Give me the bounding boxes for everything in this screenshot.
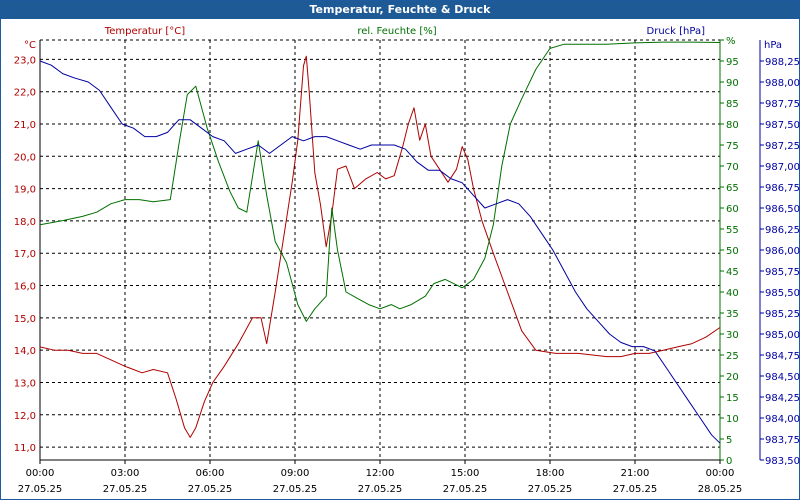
x-tick-date: 27.05.25 (188, 484, 233, 495)
temperature-tick-label: 12,0 (14, 411, 36, 422)
pressure-tick-label: 984,75 (765, 351, 800, 362)
humidity-tick-label: 0 (726, 456, 732, 467)
humidity-tick-label: 10 (726, 414, 739, 425)
x-tick-time: 06:00 (196, 468, 225, 479)
pressure-tick-label: 983,75 (765, 435, 800, 446)
x-tick-date: 27.05.25 (103, 484, 148, 495)
x-tick-time: 18:00 (536, 468, 565, 479)
humidity-tick-label: 60 (726, 204, 739, 215)
x-tick-date: 27.05.25 (358, 484, 403, 495)
humidity-tick-label: 75 (726, 141, 739, 152)
temperature-tick-label: 13,0 (14, 378, 36, 389)
temperature-unit-label: °C (24, 40, 36, 51)
x-tick-time: 21:00 (621, 468, 650, 479)
pressure-tick-label: 984,50 (765, 372, 800, 383)
legend-pressure: Druck [hPa] (647, 26, 706, 37)
pressure-tick-label: 983,50 (765, 456, 800, 467)
temperature-tick-label: 19,0 (14, 185, 36, 196)
pressure-tick-label: 984,25 (765, 393, 800, 404)
pressure-tick-label: 987,50 (765, 120, 800, 131)
humidity-tick-label: 45 (726, 267, 739, 278)
humidity-tick-label: 65 (726, 183, 739, 194)
x-tick-date: 27.05.25 (528, 484, 573, 495)
pressure-tick-label: 986,25 (765, 225, 800, 236)
pressure-tick-label: 984,00 (765, 414, 800, 425)
temperature-tick-label: 18,0 (14, 217, 36, 228)
humidity-tick-label: 40 (726, 288, 739, 299)
combined-line-chart: 00:00 27.05.25 03:00 27.05.25 06:00 27.05.25 0… (14, 26, 800, 495)
humidity-tick-label: 25 (726, 351, 739, 362)
humidity-tick-label: 95 (726, 57, 739, 68)
humidity-tick-label: 35 (726, 309, 739, 320)
humidity-tick-label: 70 (726, 162, 739, 173)
humidity-tick-label: 90 (726, 78, 739, 89)
x-tick-time: 03:00 (111, 468, 140, 479)
temperature-tick-label: 11,0 (14, 443, 36, 454)
humidity-tick-label: 85 (726, 99, 739, 110)
grid (40, 39, 720, 460)
pressure-tick-label: 986,75 (765, 183, 800, 194)
x-tick-date: 27.05.25 (613, 484, 658, 495)
humidity-tick-label: 30 (726, 330, 739, 341)
pressure-tick-label: 987,75 (765, 99, 800, 110)
temperature-tick-label: 23,0 (14, 55, 36, 66)
pressure-tick-label: 986,00 (765, 246, 800, 257)
temperature-tick-label: 21,0 (14, 120, 36, 131)
x-tick-time: 12:00 (366, 468, 395, 479)
axes (39, 39, 764, 464)
tick-labels: 00:00 27.05.25 03:00 27.05.25 06:00 27.05.25 0… (14, 36, 800, 495)
humidity-tick-label: 5 (726, 435, 732, 446)
x-tick-time: 15:00 (451, 468, 480, 479)
humidity-tick-label: 55 (726, 225, 739, 236)
humidity-tick-label: 50 (726, 246, 739, 257)
legend-temperature: Temperatur [°C] (104, 26, 185, 37)
x-tick-time: 00:00 (706, 468, 735, 479)
pressure-tick-label: 985,00 (765, 330, 800, 341)
temperature-tick-label: 20,0 (14, 152, 36, 163)
legend: Temperatur [°C] rel. Feuchte [%] Druck [hP… (104, 26, 705, 37)
x-tick-date: 28.05.25 (698, 484, 743, 495)
temperature-tick-label: 15,0 (14, 314, 36, 325)
humidity-tick-label: 15 (726, 393, 739, 404)
humidity-tick-label: % (726, 36, 736, 47)
pressure-tick-label: 985,75 (765, 267, 800, 278)
legend-humidity: rel. Feuchte [%] (357, 26, 436, 37)
x-tick-time: 00:00 (26, 468, 55, 479)
pressure-tick-label: 988,00 (765, 78, 800, 89)
pressure-tick-label: 987,00 (765, 162, 800, 173)
pressure-tick-label: 985,50 (765, 288, 800, 299)
temperature-tick-label: 17,0 (14, 249, 36, 260)
x-tick-date: 27.05.25 (273, 484, 318, 495)
pressure-tick-label: 987,25 (765, 141, 800, 152)
temperature-tick-label: 14,0 (14, 346, 36, 357)
temperature-tick-label: 22,0 (14, 88, 36, 99)
pressure-tick-label: 986,50 (765, 204, 800, 215)
pressure-tick-label: 988,25 (765, 57, 800, 68)
humidity-tick-label: 80 (726, 120, 739, 131)
pressure-tick-label: 985,25 (765, 309, 800, 320)
x-tick-date: 27.05.25 (18, 484, 63, 495)
humidity-tick-label: 20 (726, 372, 739, 383)
x-tick-date: 27.05.25 (443, 484, 488, 495)
x-tick-time: 09:00 (281, 468, 310, 479)
temperature-tick-label: 16,0 (14, 282, 36, 293)
pressure-unit-label: hPa (764, 40, 782, 51)
